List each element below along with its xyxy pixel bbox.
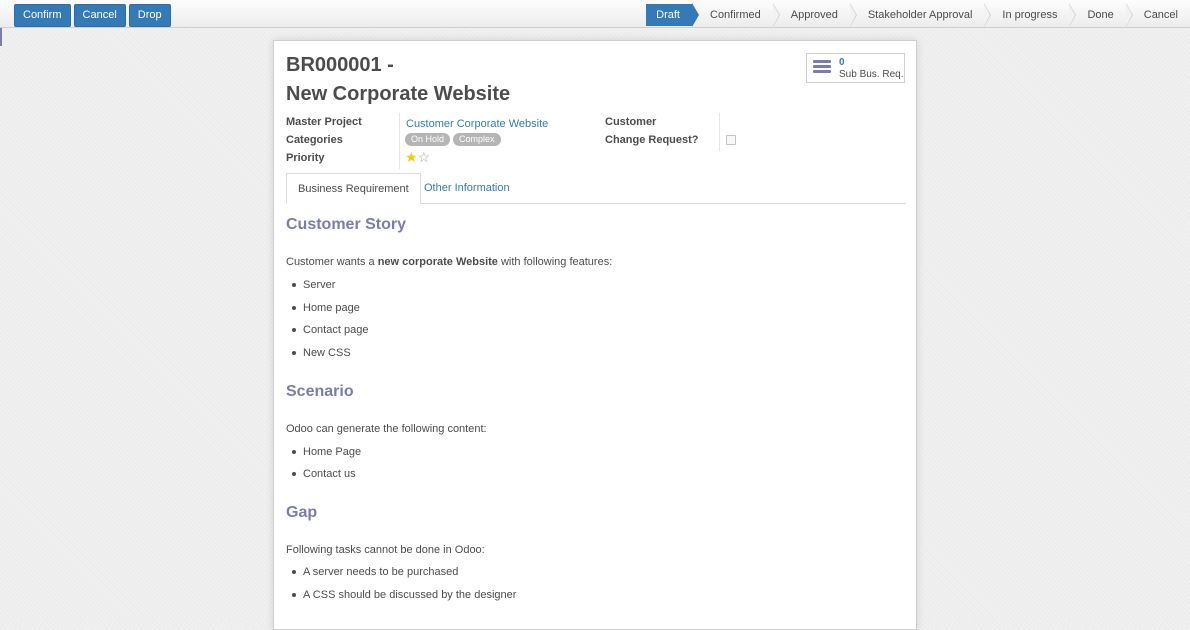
master-project-link[interactable]: Customer Corporate Website bbox=[406, 117, 548, 131]
list-item: New CSS bbox=[292, 347, 351, 359]
field-separator bbox=[719, 113, 720, 151]
record-reference: BR000001 - bbox=[286, 54, 394, 76]
star-empty-icon[interactable]: ☆ bbox=[418, 149, 431, 165]
list-item: Server bbox=[291, 279, 336, 291]
change-request-label: Change Request? bbox=[605, 134, 699, 146]
list-item: A server needs to be purchased bbox=[291, 566, 459, 578]
tab-other-information[interactable]: Other Information bbox=[413, 173, 521, 203]
stage-cancel[interactable]: Cancel bbox=[1126, 4, 1190, 26]
priority-stars: ★☆ bbox=[405, 150, 430, 164]
customer-story-intro: Customer wants a new corporate Website w… bbox=[286, 256, 613, 268]
notebook-tabs: Business Requirement Other Information bbox=[286, 173, 906, 204]
scenario-heading: Scenario bbox=[286, 383, 354, 400]
cancel-button[interactable]: Cancel bbox=[73, 4, 126, 27]
stage-stakeholder-approval[interactable]: Stakeholder Approval bbox=[850, 3, 991, 27]
tab-business-requirement[interactable]: Business Requirement bbox=[286, 173, 421, 204]
list-item: A CSS should be discussed by the designe… bbox=[291, 589, 517, 601]
categories-label: Categories bbox=[286, 134, 343, 146]
list-item: Contact page bbox=[291, 324, 369, 336]
drop-button[interactable]: Drop bbox=[128, 4, 171, 27]
stage-in-progress[interactable]: In progress bbox=[984, 3, 1077, 27]
form-sheet: BR000001 - New Corporate Website 0 Sub B… bbox=[273, 40, 917, 630]
sub-requirements-count: 0 bbox=[839, 57, 845, 68]
stage-draft[interactable]: Draft bbox=[646, 3, 699, 27]
list-item: Contact us bbox=[292, 468, 356, 480]
gap-heading: Gap bbox=[286, 504, 318, 521]
category-tag[interactable]: On Hold bbox=[405, 133, 451, 146]
stage-done[interactable]: Done bbox=[1069, 3, 1134, 27]
record-title: New Corporate Website bbox=[286, 83, 511, 105]
stage-pipeline: Draft Confirmed Approved Stakeholder App… bbox=[646, 3, 1190, 27]
priority-label: Priority bbox=[286, 152, 325, 164]
confirm-button[interactable]: Confirm bbox=[14, 4, 71, 27]
list-item: Home page bbox=[292, 302, 360, 314]
field-separator bbox=[399, 113, 400, 169]
category-tag[interactable]: Complex bbox=[453, 133, 501, 146]
gap-intro: Following tasks cannot be done in Odoo: bbox=[286, 544, 485, 556]
customer-story-heading: Customer Story bbox=[286, 216, 407, 233]
list-item: Home Page bbox=[291, 446, 362, 458]
status-bar: Confirm Cancel Drop Draft Confirmed Appr… bbox=[0, 0, 1190, 28]
master-project-label: Master Project bbox=[286, 116, 362, 128]
stage-approved[interactable]: Approved bbox=[773, 3, 857, 27]
star-filled-icon[interactable]: ★ bbox=[405, 149, 418, 165]
sub-requirements-label: Sub Bus. Req. bbox=[839, 69, 904, 80]
customer-label: Customer bbox=[605, 116, 657, 128]
stage-confirmed[interactable]: Confirmed bbox=[692, 3, 780, 27]
change-request-checkbox[interactable] bbox=[726, 135, 736, 145]
scenario-intro: Odoo can generate the following content: bbox=[286, 423, 487, 435]
action-buttons: Confirm Cancel Drop bbox=[14, 4, 171, 27]
categories-tags: On Hold Complex bbox=[405, 132, 504, 146]
sub-business-requirements-button[interactable]: 0 Sub Bus. Req. bbox=[806, 53, 905, 83]
left-accent-bar bbox=[0, 28, 2, 46]
server-icon bbox=[813, 60, 831, 76]
